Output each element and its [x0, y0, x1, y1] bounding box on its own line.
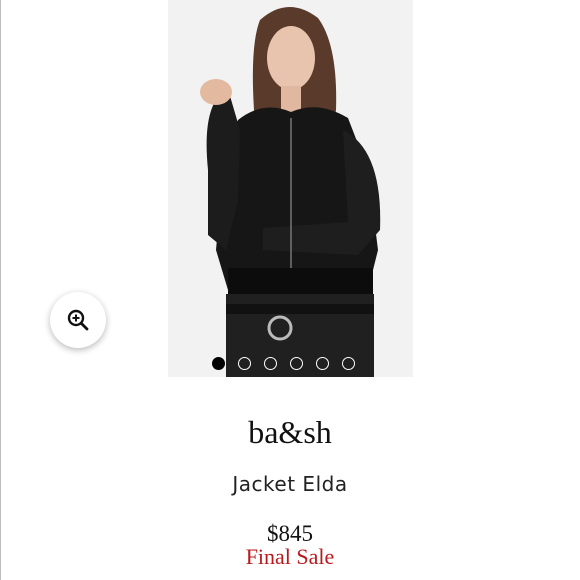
carousel-dot[interactable] — [264, 357, 277, 370]
carousel-dot[interactable] — [290, 357, 303, 370]
zoom-in-icon — [67, 309, 89, 331]
product-photo-illustration — [168, 0, 413, 377]
carousel-dot[interactable] — [342, 357, 355, 370]
product-image[interactable] — [168, 0, 413, 377]
zoom-button[interactable] — [50, 292, 106, 348]
image-carousel-dots — [212, 357, 355, 370]
final-sale-label: Final Sale — [245, 544, 335, 569]
carousel-dot[interactable] — [316, 357, 329, 370]
carousel-dot[interactable] — [212, 357, 225, 370]
carousel-dot[interactable] — [238, 357, 251, 370]
product-title: Jacket Elda — [232, 472, 348, 496]
brand-name[interactable]: ba&sh — [0, 414, 580, 451]
